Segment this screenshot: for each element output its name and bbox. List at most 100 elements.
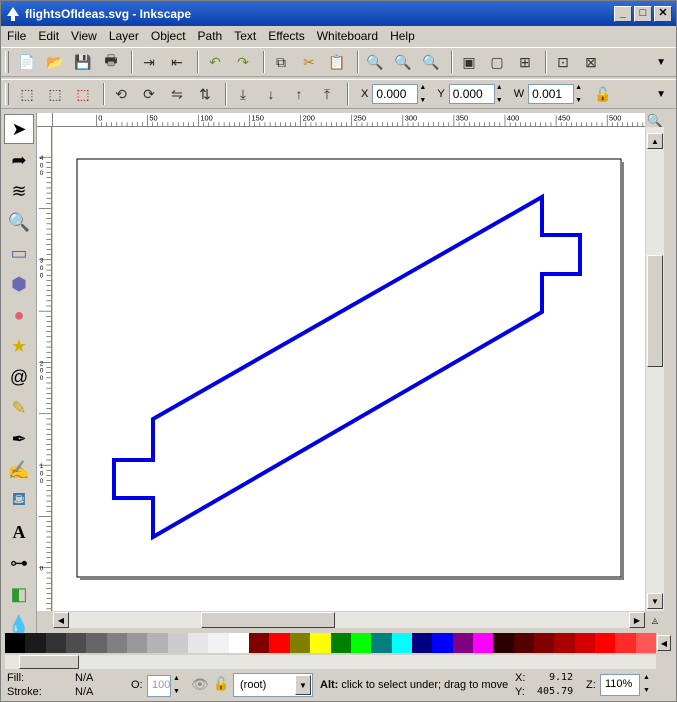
horizontal-scrollbar[interactable]: ◀ ▶ <box>53 612 645 628</box>
layer-dropdown[interactable]: (root) ▼ <box>233 673 313 697</box>
zoom-input[interactable]: 110% <box>600 674 640 696</box>
lower-to-bottom-icon[interactable]: ⤓ <box>231 83 255 105</box>
palette-swatch[interactable] <box>594 633 616 653</box>
scroll-left-icon[interactable]: ◀ <box>53 612 69 628</box>
open-icon[interactable]: 📂 <box>43 51 67 73</box>
y-input[interactable]: 0.000 <box>448 84 495 104</box>
menu-file[interactable]: File <box>7 29 26 43</box>
color-management-icon[interactable]: ◬ <box>647 612 663 628</box>
chevron-down-icon[interactable]: ▼ <box>295 675 311 695</box>
ungroup-icon[interactable]: ▢ <box>485 51 509 73</box>
palette-swatch[interactable] <box>127 633 148 653</box>
gradient-tool-icon[interactable]: ◧ <box>4 579 34 609</box>
lock-icon[interactable]: 🔓 <box>591 83 615 105</box>
toolbar-grip[interactable] <box>5 51 9 73</box>
palette-swatch[interactable] <box>411 633 433 653</box>
cut-icon[interactable]: ✂ <box>297 51 321 73</box>
palette-swatch[interactable] <box>269 633 290 653</box>
palette-swatch[interactable] <box>533 633 555 653</box>
menu-whiteboard[interactable]: Whiteboard <box>317 29 378 43</box>
rotate-cw-icon[interactable]: ⟳ <box>137 83 161 105</box>
3d-box-tool-icon[interactable]: ⬢ <box>4 269 34 299</box>
zoom-page-icon[interactable]: 🔍 <box>419 51 443 73</box>
palette-swatch[interactable] <box>5 633 26 653</box>
horizontal-ruler[interactable]: 0 50 100 150 200 250 300 350 400 450 500 <box>53 113 645 127</box>
select-all-layers-icon[interactable]: ⬚ <box>43 83 67 105</box>
connector-tool-icon[interactable]: ⊶ <box>4 548 34 578</box>
menu-view[interactable]: View <box>71 29 97 43</box>
scroll-right-icon[interactable]: ▶ <box>629 612 645 628</box>
palette-swatch[interactable] <box>106 633 128 653</box>
print-icon[interactable]: 🖶 <box>99 51 123 73</box>
paste-icon[interactable]: 📋 <box>325 51 349 73</box>
w-spinner[interactable]: ▲ ▼ <box>575 84 585 104</box>
palette-swatch[interactable] <box>25 633 46 653</box>
text-tool-icon[interactable]: A <box>4 517 34 547</box>
palette-swatch[interactable] <box>554 633 575 653</box>
ellipse-tool-icon[interactable]: ● <box>4 300 34 330</box>
palette-swatch[interactable] <box>574 633 595 653</box>
x-input[interactable]: 0.000 <box>372 84 419 104</box>
y-spinner[interactable]: ▲ ▼ <box>496 84 506 104</box>
palette-swatch[interactable] <box>472 633 494 653</box>
raise-to-top-icon[interactable]: ⤒ <box>315 83 339 105</box>
selector-tool-icon[interactable]: ➤ <box>4 114 34 144</box>
toolbar-grip[interactable] <box>5 83 9 105</box>
zoom-drawing-icon[interactable]: 🔍 <box>391 51 415 73</box>
deselect-icon[interactable]: ⬚ <box>71 83 95 105</box>
toolbar-overflow-icon[interactable]: ▼ <box>656 57 666 68</box>
palette-swatch[interactable] <box>208 633 229 653</box>
palette-swatch[interactable] <box>513 633 534 653</box>
palette-swatch[interactable] <box>432 633 453 653</box>
zoom-selection-icon[interactable]: 🔍 <box>363 51 387 73</box>
palette-swatch[interactable] <box>635 633 656 653</box>
palette-scrollbar[interactable] <box>5 655 656 669</box>
menu-edit[interactable]: Edit <box>38 29 59 43</box>
palette-swatch[interactable] <box>167 633 189 653</box>
group-icon[interactable]: ▣ <box>457 51 481 73</box>
menu-object[interactable]: Object <box>151 29 186 43</box>
menu-layer[interactable]: Layer <box>109 29 139 43</box>
maximize-icon[interactable]: □ <box>634 5 652 22</box>
menu-text[interactable]: Text <box>234 29 256 43</box>
import-icon[interactable]: ⇥ <box>137 51 161 73</box>
opacity-input[interactable]: 100 <box>147 675 171 697</box>
x-spinner[interactable]: ▲ ▼ <box>419 84 429 104</box>
palette-swatch[interactable] <box>147 633 168 653</box>
export-icon[interactable]: ⇤ <box>165 51 189 73</box>
zoom-tool-icon[interactable]: 🔍 <box>4 207 34 237</box>
select-all-icon[interactable]: ⬚ <box>15 83 39 105</box>
redo-icon[interactable]: ↷ <box>231 51 255 73</box>
toggle-visibility-icon[interactable]: 👁 <box>191 676 209 693</box>
palette-swatch[interactable] <box>391 633 412 653</box>
palette-swatch[interactable] <box>86 633 107 653</box>
paint-bucket-tool-icon[interactable]: ⛾ <box>4 486 34 516</box>
rotate-ccw-icon[interactable]: ⟲ <box>109 83 133 105</box>
toggle-lock-icon[interactable]: 🔓 <box>213 676 229 692</box>
node-tool-icon[interactable]: ➦ <box>4 145 34 175</box>
palette-swatch[interactable] <box>615 633 636 653</box>
menu-path[interactable]: Path <box>198 29 223 43</box>
undo-icon[interactable]: ↶ <box>203 51 227 73</box>
palette-swatch[interactable] <box>330 633 351 653</box>
palette-scroll-icon[interactable]: ◀ <box>657 635 671 651</box>
rectangle-tool-icon[interactable]: ▭ <box>4 238 34 268</box>
palette-swatch[interactable] <box>66 633 87 653</box>
close-icon[interactable]: ✕ <box>654 5 672 22</box>
palette-swatch[interactable] <box>45 633 67 653</box>
toolbar-overflow-icon[interactable]: ▼ <box>656 89 666 100</box>
flip-vertical-icon[interactable]: ⇅ <box>193 83 217 105</box>
flip-horizontal-icon[interactable]: ⇋ <box>165 83 189 105</box>
pen-tool-icon[interactable]: ✒ <box>4 424 34 454</box>
palette-swatch[interactable] <box>249 633 270 653</box>
palette-swatch[interactable] <box>310 633 331 653</box>
palette-swatch[interactable] <box>188 633 209 653</box>
align-icon[interactable]: ⊞ <box>513 51 537 73</box>
calligraphy-tool-icon[interactable]: ✍ <box>4 455 34 485</box>
tweak-tool-icon[interactable]: ≋ <box>4 176 34 206</box>
vertical-scrollbar[interactable]: ▲ ▼ <box>646 127 664 611</box>
zoom-spinner[interactable]: ▲ ▼ <box>643 674 653 694</box>
xml-editor-icon[interactable]: ⊠ <box>579 51 603 73</box>
scroll-up-icon[interactable]: ▲ <box>647 133 663 149</box>
spiral-tool-icon[interactable]: @ <box>4 362 34 392</box>
